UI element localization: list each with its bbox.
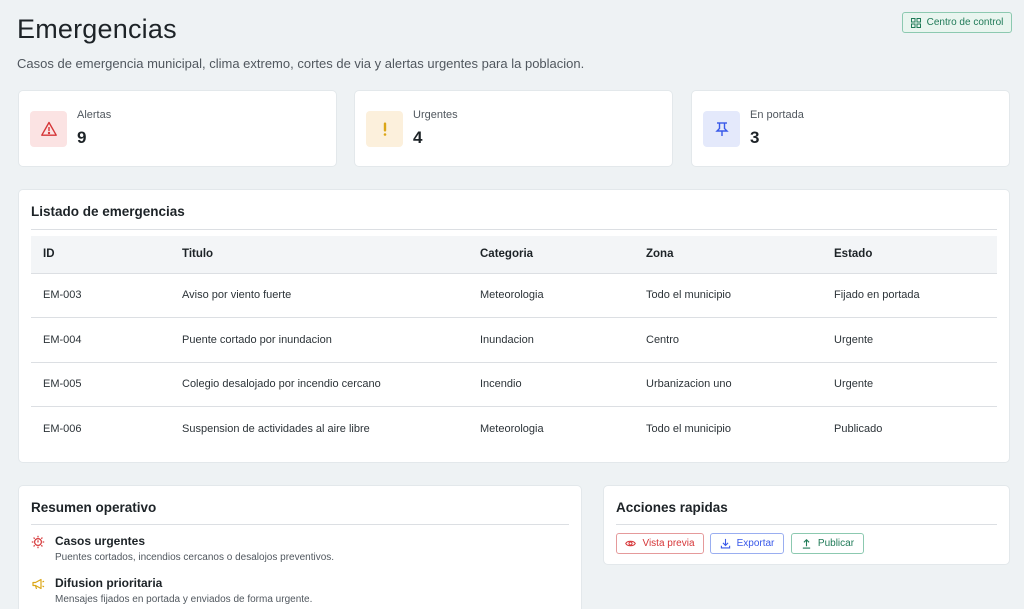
page-subtitle: Casos de emergencia municipal, clima ext… [17,56,585,71]
emergencies-title: Listado de emergencias [31,204,185,219]
publish-button[interactable]: Publicar [791,533,864,554]
cell-id: EM-003 [31,273,170,318]
cell-status: Publicado [834,423,883,435]
cell-category: Inundacion [468,317,634,363]
cell-id: EM-004 [31,317,170,363]
divider [616,524,997,525]
summary-panel: Resumen operativo Casos urgentes Puentes… [19,486,581,609]
cell-category: Incendio [468,362,634,407]
table-row[interactable]: EM-003 Aviso por viento fuerte Meteorolo… [31,273,997,318]
cell-zone: Todo el municipio [634,273,822,318]
stat-label: Alertas [77,109,112,121]
upload-icon [802,538,811,549]
divider [31,524,569,525]
summary-item-title: Difusion prioritaria [55,576,163,590]
divider [31,229,997,230]
emergencies-table: ID Titulo Categoria Zona Estado EM-003 A… [31,236,997,451]
export-button[interactable]: Exportar [710,533,784,554]
quick-actions-title: Acciones rapidas [616,500,728,515]
summary-title: Resumen operativo [31,500,157,515]
cell-category: Meteorologia [480,423,544,435]
column-header: Titulo [170,236,468,274]
cell-id: EM-005 [31,362,170,407]
stat-icon-box [30,111,67,147]
stat-icon-box [366,111,403,147]
stat-card-urgent: Urgentes 4 [355,91,672,166]
summary-item-title: Casos urgentes [55,534,146,548]
megaphone-icon [32,578,45,590]
table-header-row: ID Titulo Categoria Zona Estado [31,236,997,274]
download-icon [720,538,730,549]
stat-value: 9 [77,128,87,147]
control-center-label: Centro de control [926,17,1004,28]
cell-category: Meteorologia [468,273,634,318]
grid-icon [910,17,921,28]
preview-label: Vista previa [642,538,695,549]
cell-status: Fijado en portada [822,273,997,318]
cell-title: Colegio desalojado por incendio cercano [170,362,468,407]
table-row[interactable]: EM-006 Suspension de actividades al aire… [31,407,997,452]
cell-title: Aviso por viento fuerte [170,273,468,318]
eye-icon [625,540,637,547]
cell-zone: Urbanizacion uno [634,362,822,407]
stat-card-frontpage: En portada 3 [692,91,1009,166]
page-title: Emergencias [17,14,177,44]
export-label: Exportar [736,538,775,549]
cell-zone: Todo el municipio [646,423,731,435]
column-header: Categoria [468,236,634,274]
exclamation-icon [383,122,386,136]
stat-label: Urgentes [413,109,458,121]
summary-item-desc: Puentes cortados, incendios cercanos o d… [55,552,335,563]
cell-title: Puente cortado por inundacion [170,317,468,363]
cell-status: Urgente [822,362,997,407]
stat-card-alerts: Alertas 9 [19,91,336,166]
warning-triangle-icon [40,121,57,136]
cell-zone: Centro [634,317,822,363]
stat-label: En portada [750,109,804,121]
cell-status: Urgente [822,317,997,363]
summary-item-desc: Mensajes fijados en portada y enviados d… [55,594,313,605]
cell-id: EM-006 [43,423,82,435]
stat-value: 3 [750,128,760,147]
column-header: Zona [634,236,822,274]
table-row[interactable]: EM-004 Puente cortado por inundacion Inu… [31,317,997,363]
publish-label: Publicar [817,538,855,549]
alert-burst-icon [31,535,45,549]
emergencies-panel: Listado de emergencias ID Titulo Categor… [19,190,1009,462]
preview-button[interactable]: Vista previa [616,533,704,554]
control-center-button[interactable]: Centro de control [902,12,1012,33]
table-row[interactable]: EM-005 Colegio desalojado por incendio c… [31,362,997,407]
stat-value: 4 [413,128,423,147]
column-header: Estado [822,236,997,274]
pin-icon [714,122,729,136]
column-header: ID [31,236,170,274]
stat-icon-box [703,111,740,147]
cell-title: Suspension de actividades al aire libre [182,423,370,435]
